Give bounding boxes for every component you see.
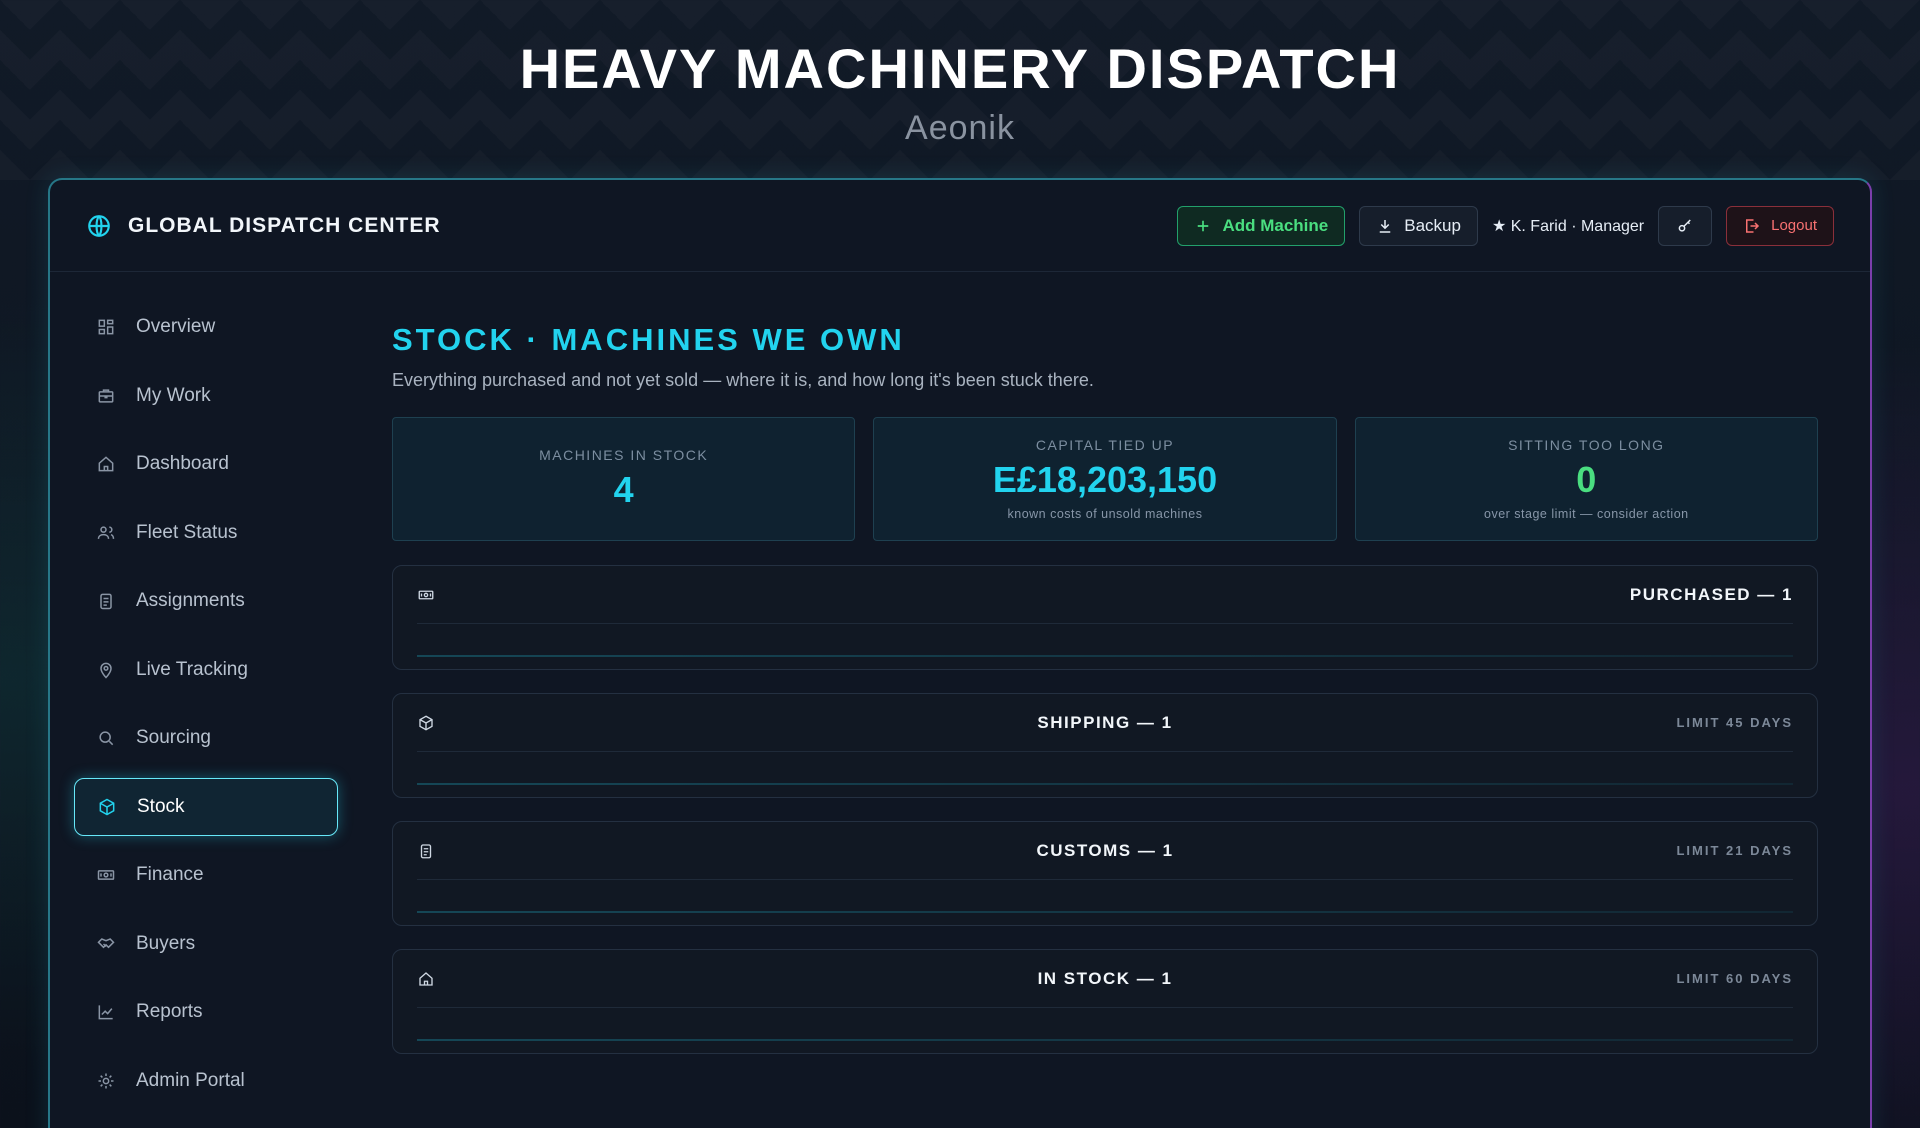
stat-label: CAPITAL TIED UP [1035,437,1175,453]
sidebar-item-label: Finance [136,864,204,885]
stat-value: E£18,203,150 [992,459,1218,500]
box-icon [419,714,433,731]
sidebar-item-label: Live Tracking [136,658,248,680]
stat-label: SITTING TOO LONG [1508,437,1665,453]
stat-label: MACHINES IN STOCK [539,447,709,463]
sidebar-item-buyers[interactable]: Buyers [74,915,338,973]
globe-icon [88,214,110,237]
map-pin-icon [100,662,112,679]
box-icon [99,798,115,815]
clipboard-icon [100,593,112,610]
app-window: GLOBAL DISPATCH CENTER Add Machine Backu… [48,178,1872,1128]
user-label: ★ K. Farid · Manager [1491,217,1645,235]
sidebar-item-admin-portal[interactable]: Admin Portal [74,1052,338,1110]
stat-note: over stage limit — consider action [1484,507,1689,521]
stage-track [417,911,1793,913]
stage-name: PURCHASED — 1 [1629,584,1793,604]
stat-value: 0 [1576,459,1597,500]
banknote-icon [418,590,434,599]
stage-card-customs[interactable]: CUSTOMS — 1 LIMIT 21 DAYS [392,821,1818,926]
chart-icon [98,1005,113,1020]
hero-title: HEAVY MACHINERY DISPATCH [519,37,1401,100]
change-password-button[interactable] [1658,205,1713,246]
stage-header: IN STOCK — 1 LIMIT 60 DAYS [417,950,1793,1008]
stat-card-machines: MACHINES IN STOCK 4 [392,417,856,541]
stage-header: PURCHASED — 1 [417,566,1793,624]
stage-limit: LIMIT 45 DAYS [1676,715,1793,730]
logout-button[interactable]: Logout [1726,205,1834,246]
key-icon [1678,218,1691,232]
app-title: GLOBAL DISPATCH CENTER [128,213,441,237]
sidebar-item-label: My Work [136,384,211,406]
sidebar-item-fleet-status[interactable]: Fleet Status [74,504,338,562]
sidebar-item-label: Overview [136,316,216,337]
sidebar-item-label: Dashboard [136,453,229,474]
stage-limit: LIMIT 21 DAYS [1676,843,1793,858]
stage-name: SHIPPING — 1 [1037,712,1173,732]
main-content: STOCK · MACHINES WE OWN Everything purch… [366,272,1870,1128]
home-icon [419,971,433,986]
page-title: STOCK · MACHINES WE OWN [392,322,905,357]
sidebar-item-label: Admin Portal [136,1069,245,1091]
sidebar-item-label: Buyers [136,932,196,954]
stat-note: known costs of unsold machines [1007,507,1203,521]
add-machine-label: Add Machine [1222,215,1329,235]
sidebar-item-label: Stock [137,795,185,817]
sidebar-item-overview[interactable]: Overview [74,298,338,356]
sidebar-item-assignments[interactable]: Assignments [74,572,338,630]
sidebar-item-reports[interactable]: Reports [74,983,338,1041]
page-description: Everything purchased and not yet sold — … [392,370,1094,390]
stage-header: SHIPPING — 1 LIMIT 45 DAYS [417,694,1793,752]
stat-card-sitting-too-long: SITTING TOO LONG 0 over stage limit — co… [1354,417,1818,541]
hero: HEAVY MACHINERY DISPATCH Aeonik [0,36,1920,148]
sidebar-item-label: Reports [136,1001,203,1022]
stage-track [417,783,1793,785]
stage-card-in-stock[interactable]: IN STOCK — 1 LIMIT 60 DAYS [392,949,1818,1054]
stat-card-capital: CAPITAL TIED UP E£18,203,150 known costs… [873,417,1337,541]
stage-track [417,1039,1793,1041]
top-actions: Add Machine Backup ★ K. Farid · Manager … [1177,205,1834,246]
sidebar-item-my-work[interactable]: My Work [74,367,338,425]
download-icon [1379,219,1391,233]
sidebar-item-stock[interactable]: Stock [74,777,338,836]
app-body: Overview My Work Dashboard Fleet Status … [50,272,1870,1128]
hero-subtitle: Aeonik [905,109,1015,147]
stage-track [417,655,1793,657]
clipboard-icon [420,843,432,858]
logout-label: Logout [1771,217,1817,234]
sidebar-item-label: Fleet Status [136,521,238,543]
top-bar: GLOBAL DISPATCH CENTER Add Machine Backu… [50,180,1870,272]
banknote-icon [97,870,115,880]
sidebar: Overview My Work Dashboard Fleet Status … [50,272,366,1128]
sidebar-item-dashboard[interactable]: Dashboard [74,435,338,493]
sidebar-item-live-tracking[interactable]: Live Tracking [74,641,338,699]
stage-card-purchased[interactable]: PURCHASED — 1 [392,565,1818,670]
brand: GLOBAL DISPATCH CENTER [86,213,441,239]
sidebar-item-sourcing[interactable]: Sourcing [74,709,338,767]
logout-icon [1746,218,1760,233]
stage-card-shipping[interactable]: SHIPPING — 1 LIMIT 45 DAYS [392,693,1818,798]
users-icon [97,525,115,539]
stage-list: PURCHASED — 1 SHIPPING — 1 LIMIT 45 DAYS [392,565,1818,1054]
gear-icon [98,1073,114,1088]
grid-icon [98,319,114,335]
home-icon [98,456,114,472]
plus-icon [1198,220,1209,231]
stat-value: 4 [613,469,634,510]
briefcase-icon [98,388,114,403]
sidebar-item-label: Assignments [136,590,245,611]
sidebar-item-label: Sourcing [136,727,211,748]
stage-name: CUSTOMS — 1 [1036,840,1174,860]
backup-button[interactable]: Backup [1359,205,1478,246]
stage-name: IN STOCK — 1 [1037,968,1173,988]
backup-label: Backup [1404,215,1461,235]
sidebar-item-finance[interactable]: Finance [74,846,338,904]
stage-limit: LIMIT 60 DAYS [1676,971,1793,986]
handshake-icon [97,937,115,948]
add-machine-button[interactable]: Add Machine [1177,205,1346,246]
search-icon [99,731,114,746]
stage-header: CUSTOMS — 1 LIMIT 21 DAYS [417,822,1793,880]
stats-row: MACHINES IN STOCK 4 CAPITAL TIED UP E£18… [392,417,1818,541]
